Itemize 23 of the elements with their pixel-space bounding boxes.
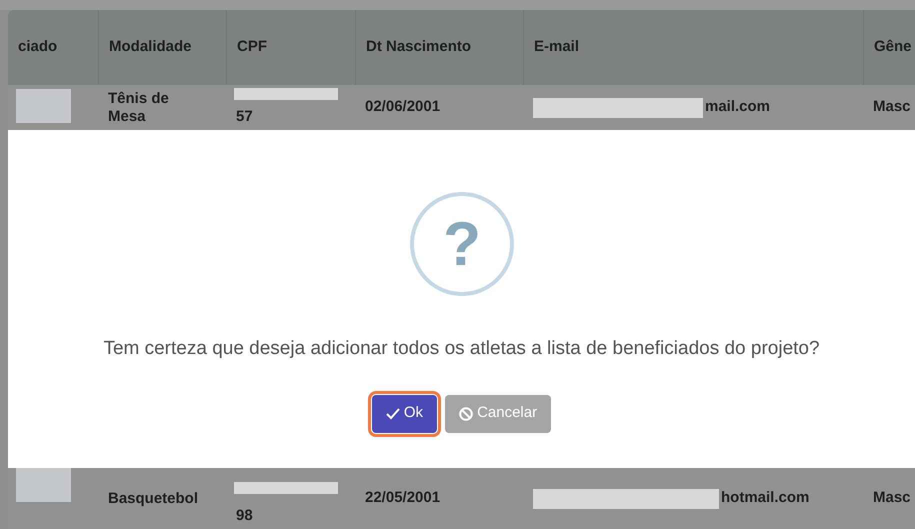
column-header: E-mail [534,37,580,58]
redaction-block [16,89,71,123]
ok-button[interactable]: Ok [372,394,438,432]
table-cell: Basquetebol [108,490,198,508]
prohibited-icon [459,406,474,420]
table-cell: 98 [236,507,253,525]
dialog-message: Tem certeza que deseja adicionar todos os atletas a lista de beneficiados do projeto? [103,337,820,361]
question-icon: ? [408,191,514,297]
table-cell-text: Masc [873,97,911,118]
table-cell-text: 02/06/2001 [365,97,440,118]
column-header: CPF [237,37,267,58]
column-header: Modalidade [109,37,192,58]
column-header: ciado [18,37,58,58]
table-cell-text: Masc [873,488,911,508]
table-cell: 57 [236,108,253,126]
check-icon [386,408,400,420]
table-cell-text: mail.com [705,97,770,118]
table-cell-text: Tênis de Mesa [108,90,170,126]
redaction-block [16,468,71,502]
column-header: Dt Nascimento [366,37,472,58]
table-cell-text: hotmail.com [721,488,810,508]
column-header: Gêne [874,37,912,58]
table-cell-text: 22/05/2001 [365,488,440,508]
